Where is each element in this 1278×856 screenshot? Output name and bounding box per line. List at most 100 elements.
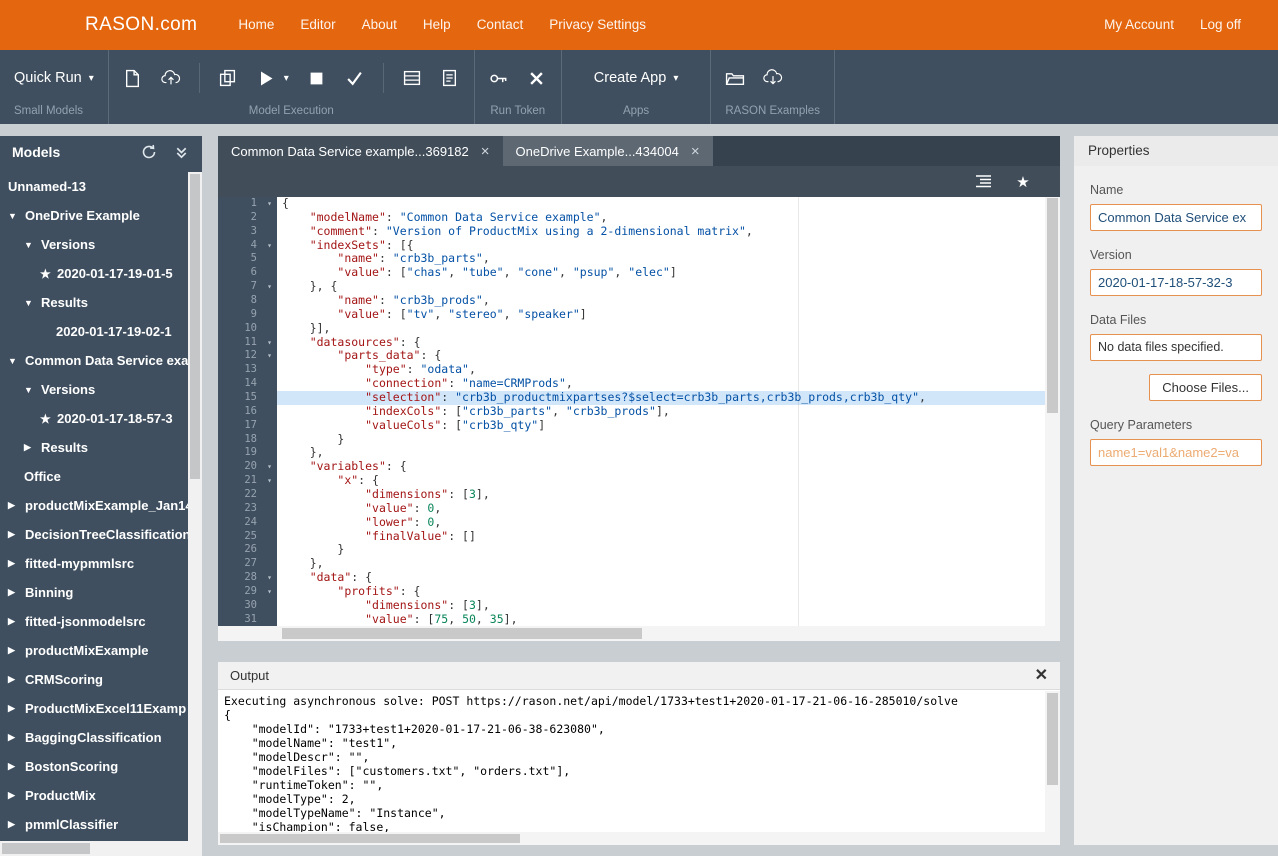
close-icon[interactable]: ✕	[1035, 668, 1048, 684]
sidebar-item-productmixexample-jan14[interactable]: ▶productMixExample_Jan14	[0, 491, 188, 520]
code-line-2[interactable]: 2 "modelName": "Common Data Service exam…	[218, 211, 1045, 225]
sidebar-item-productmixexcel11examp[interactable]: ▶ProductMixExcel11Examp	[0, 694, 188, 723]
sidebar-item-productmix[interactable]: ▶ProductMix	[0, 781, 188, 810]
sidebar-item-bostonscoring[interactable]: ▶BostonScoring	[0, 752, 188, 781]
output-vertical-scrollbar[interactable]	[1045, 691, 1060, 832]
fold-arrow-icon[interactable]: ▾	[262, 585, 277, 599]
code-line-14[interactable]: 14 "connection": "name=CRMProds",	[218, 377, 1045, 391]
output-horizontal-scrollbar[interactable]	[218, 832, 1045, 845]
code-line-7[interactable]: 7▾ }, {	[218, 280, 1045, 294]
code-line-23[interactable]: 23 "value": 0,	[218, 502, 1045, 516]
brand-logo[interactable]: RASON.com	[85, 14, 197, 36]
examples-download-icon[interactable]	[763, 68, 783, 88]
expand-arrow-icon[interactable]: ▶	[8, 790, 25, 801]
collapse-all-icon[interactable]	[172, 143, 190, 161]
collapse-arrow-icon[interactable]: ▼	[24, 240, 41, 250]
sidebar-vertical-scrollbar[interactable]	[188, 172, 202, 841]
create-app-button[interactable]: Create App ▾	[594, 70, 679, 86]
outline-icon[interactable]	[974, 173, 992, 191]
nav-item-about[interactable]: About	[349, 0, 410, 50]
run-icon[interactable]	[256, 68, 276, 88]
expand-arrow-icon[interactable]: ▶	[8, 500, 25, 511]
code-line-24[interactable]: 24 "lower": 0,	[218, 516, 1045, 530]
code-line-9[interactable]: 9 "value": ["tv", "stereo", "speaker"]	[218, 308, 1045, 322]
nav-item-my-account[interactable]: My Account	[1091, 0, 1187, 50]
code-line-30[interactable]: 30 "dimensions": [3],	[218, 599, 1045, 613]
nav-item-privacy-settings[interactable]: Privacy Settings	[536, 0, 659, 50]
sidebar-item-versions[interactable]: ▼Versions	[0, 230, 188, 259]
sidebar-item-baggingclassification[interactable]: ▶BaggingClassification	[0, 723, 188, 752]
stop-icon[interactable]	[307, 68, 327, 88]
expand-arrow-icon[interactable]: ▶	[8, 819, 25, 830]
code-editor[interactable]: 1▾{2 "modelName": "Common Data Service e…	[218, 197, 1060, 641]
sidebar-item-productmixexample[interactable]: ▶productMixExample	[0, 636, 188, 665]
version-field[interactable]	[1090, 269, 1262, 296]
code-line-3[interactable]: 3 "comment": "Version of ProductMix usin…	[218, 225, 1045, 239]
code-line-17[interactable]: 17 "valueCols": ["crb3b_qty"]	[218, 419, 1045, 433]
fold-arrow-icon[interactable]: ▾	[262, 197, 277, 211]
sidebar-horizontal-scrollbar[interactable]	[0, 841, 188, 856]
code-line-18[interactable]: 18 }	[218, 433, 1045, 447]
favorite-star-icon[interactable]: ★	[1014, 173, 1032, 191]
sidebar-item-common-data-service-exa[interactable]: ▼Common Data Service exa	[0, 346, 188, 375]
sidebar-item-onedrive-example[interactable]: ▼OneDrive Example	[0, 201, 188, 230]
nav-item-help[interactable]: Help	[410, 0, 464, 50]
expand-arrow-icon[interactable]: ▶	[8, 703, 25, 714]
quick-run-button[interactable]: Quick Run ▾	[14, 70, 94, 86]
sidebar-item-pmmlclassifier[interactable]: ▶pmmlClassifier	[0, 810, 188, 839]
solve-check-icon[interactable]	[345, 68, 365, 88]
code-line-11[interactable]: 11▾ "datasources": {	[218, 336, 1045, 350]
code-line-12[interactable]: 12▾ "parts_data": {	[218, 349, 1045, 363]
fold-arrow-icon[interactable]: ▾	[262, 474, 277, 488]
sidebar-item-crmscoring[interactable]: ▶CRMScoring	[0, 665, 188, 694]
code-line-8[interactable]: 8 "name": "crb3b_prods",	[218, 294, 1045, 308]
fold-arrow-icon[interactable]: ▾	[262, 239, 277, 253]
query-parameters-field[interactable]	[1090, 439, 1262, 466]
expand-arrow-icon[interactable]: ▶	[8, 616, 25, 627]
collapse-arrow-icon[interactable]: ▼	[24, 385, 41, 395]
token-key-icon[interactable]	[489, 68, 509, 88]
code-line-4[interactable]: 4▾ "indexSets": [{	[218, 239, 1045, 253]
expand-arrow-icon[interactable]: ▶	[8, 761, 25, 772]
code-line-5[interactable]: 5 "name": "crb3b_parts",	[218, 252, 1045, 266]
code-line-6[interactable]: 6 "value": ["chas", "tube", "cone", "psu…	[218, 266, 1045, 280]
sidebar-item-unnamed-13[interactable]: Unnamed-13	[0, 172, 188, 201]
code-line-10[interactable]: 10 }],	[218, 322, 1045, 336]
fold-arrow-icon[interactable]: ▾	[262, 349, 277, 363]
expand-arrow-icon[interactable]: ▶	[8, 529, 25, 540]
output-content[interactable]: Executing asynchronous solve: POST https…	[218, 691, 1045, 832]
code-line-22[interactable]: 22 "dimensions": [3],	[218, 488, 1045, 502]
code-line-28[interactable]: 28▾ "data": {	[218, 571, 1045, 585]
sidebar-item-versions[interactable]: ▼Versions	[0, 375, 188, 404]
sidebar-item-2020-01-17-18-57-3[interactable]: ★2020-01-17-18-57-3	[0, 404, 188, 433]
log-icon[interactable]	[440, 68, 460, 88]
editor-vertical-scrollbar[interactable]	[1045, 197, 1060, 626]
expand-arrow-icon[interactable]: ▶	[24, 442, 41, 453]
code-line-29[interactable]: 29▾ "profits": {	[218, 585, 1045, 599]
name-field[interactable]	[1090, 204, 1262, 231]
sidebar-item-fitted-jsonmodelsrc[interactable]: ▶fitted-jsonmodelsrc	[0, 607, 188, 636]
nav-item-contact[interactable]: Contact	[464, 0, 537, 50]
save-to-cloud-icon[interactable]	[161, 68, 181, 88]
code-line-21[interactable]: 21▾ "x": {	[218, 474, 1045, 488]
expand-arrow-icon[interactable]: ▶	[8, 674, 25, 685]
expand-arrow-icon[interactable]: ▶	[8, 645, 25, 656]
token-clear-icon[interactable]	[527, 68, 547, 88]
sidebar-item-office[interactable]: Office	[0, 462, 188, 491]
close-icon[interactable]: ×	[691, 144, 700, 159]
sidebar-item-decisiontreeclassification[interactable]: ▶DecisionTreeClassification	[0, 520, 188, 549]
expand-arrow-icon[interactable]: ▶	[8, 558, 25, 569]
expand-arrow-icon[interactable]: ▶	[8, 732, 25, 743]
sidebar-item-2020-01-17-19-02-1[interactable]: 2020-01-17-19-02-1	[0, 317, 188, 346]
tab-onedrive-example-434004[interactable]: OneDrive Example...434004×	[503, 136, 713, 166]
nav-item-home[interactable]: Home	[225, 0, 287, 50]
sidebar-item-results[interactable]: ▼Results	[0, 288, 188, 317]
list-icon[interactable]	[402, 68, 422, 88]
sidebar-item-fitted-mypmmlsrc[interactable]: ▶fitted-mypmmlsrc	[0, 549, 188, 578]
code-content[interactable]: 1▾{2 "modelName": "Common Data Service e…	[218, 197, 1045, 626]
choose-files-button[interactable]: Choose Files...	[1149, 374, 1262, 401]
editor-horizontal-scrollbar[interactable]	[218, 626, 1045, 641]
new-model-icon[interactable]	[123, 68, 143, 88]
tab-common-data-service-example-369182[interactable]: Common Data Service example...369182×	[218, 136, 503, 166]
refresh-icon[interactable]	[140, 143, 158, 161]
